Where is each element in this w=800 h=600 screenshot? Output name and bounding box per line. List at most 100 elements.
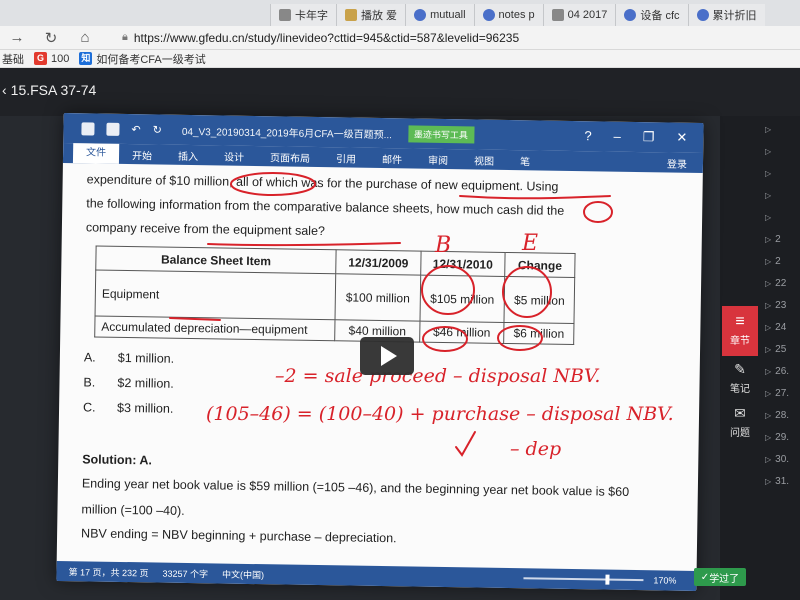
chapter-item[interactable]: ▷ 23 xyxy=(765,294,800,316)
url-field[interactable]: 🔒︎ https://www.gfedu.cn/study/linevideo?… xyxy=(122,31,519,45)
ribbon-tab: 审阅 xyxy=(427,155,449,167)
paw-icon xyxy=(696,9,709,21)
chapter-item[interactable]: ▷ xyxy=(765,118,800,140)
minimize-icon: – xyxy=(613,128,621,144)
zoom-slider xyxy=(523,577,644,582)
paw-icon xyxy=(482,9,495,21)
browser-tab[interactable]: 设备 cfc xyxy=(615,4,688,26)
play-small-icon: ▷ xyxy=(765,366,772,376)
table-cell: $5 million xyxy=(504,276,575,324)
draw-tools-tab: 墨迹书写工具 xyxy=(407,124,475,143)
learned-button[interactable]: ✓ 学过了 xyxy=(694,568,746,586)
lock-icon: 🔒︎ xyxy=(122,31,128,43)
bookmark-item[interactable]: 知如何备考CFA一级考试 xyxy=(79,51,206,67)
browser-tab[interactable]: 卡年字 xyxy=(270,4,336,26)
restore-icon: ❐ xyxy=(642,129,655,145)
back-button[interactable]: ‹ 15.FSA 37-74 xyxy=(2,82,96,98)
solution-text: Ending year net book value is $59 millio… xyxy=(81,476,630,518)
home-icon[interactable]: ⌂ xyxy=(68,29,102,46)
pencil-icon: ✎ xyxy=(734,361,746,377)
ribbon-tab: 笔 xyxy=(519,156,531,168)
chapter-item[interactable]: ▷ 25 xyxy=(765,338,800,360)
ribbon-tab: 插入 xyxy=(177,151,199,163)
play-small-icon: ▷ xyxy=(765,278,772,288)
browser-tab[interactable]: 04 2017 xyxy=(542,4,616,26)
forward-icon[interactable]: → xyxy=(0,29,34,46)
language-indicator: 中文(中国) xyxy=(221,569,265,580)
doc-icon xyxy=(279,9,291,21)
paw-icon xyxy=(624,9,637,21)
browser-tab[interactable]: notes p xyxy=(473,4,543,26)
chapter-item[interactable]: ▷ 31. xyxy=(765,470,800,492)
help-icon: ? xyxy=(584,128,592,144)
window-controls: ? – ❐ ✕ xyxy=(584,128,703,146)
chapter-list: ▷ ▷ ▷ ▷ ▷ ▷ 2 ▷ 2 ▷ 22 ▷ 23 ▷ 24 ▷ 25 ▷ 26. ▷ 27… xyxy=(765,118,800,492)
chapter-item[interactable]: ▷ 22 xyxy=(765,272,800,294)
play-small-icon: ▷ xyxy=(765,124,772,134)
doc-title: 04_V3_20190314_2019年6月CFA一级百题预... xyxy=(181,126,393,141)
chapter-item[interactable]: ▷ 24 xyxy=(765,316,800,338)
menu-icon: ≡ xyxy=(735,313,745,330)
chapter-item[interactable]: ▷ 26. xyxy=(765,360,800,382)
save-icon xyxy=(106,122,120,136)
login-link: 登录 xyxy=(666,158,688,171)
word-count: 33257 个字 xyxy=(162,568,209,579)
chapter-item[interactable]: ▷ xyxy=(765,206,800,228)
play-small-icon: ▷ xyxy=(765,410,772,420)
zoom-control: 170% xyxy=(523,573,696,586)
word-icon xyxy=(81,121,95,135)
ribbon-tab: 邮件 xyxy=(381,154,403,166)
browser-tab[interactable]: 播放 爱 xyxy=(336,4,406,26)
play-small-icon: ▷ xyxy=(765,300,772,310)
chapter-item[interactable]: ▷ 30. xyxy=(765,448,800,470)
chapter-item[interactable]: ▷ 28. xyxy=(765,404,800,426)
chapter-item[interactable]: ▷ xyxy=(765,184,800,206)
ribbon-tab: 页面布局 xyxy=(269,152,311,165)
questions-button[interactable]: ✉ 问题 xyxy=(722,400,758,444)
chapter-button[interactable]: ≡ 章节 xyxy=(722,306,758,356)
chapter-item[interactable]: ▷ 2 xyxy=(765,250,800,272)
table-cell: $100 million xyxy=(335,273,421,322)
notes-button[interactable]: ✎ 笔记 xyxy=(722,356,758,400)
red-g-icon: G xyxy=(34,52,47,65)
play-small-icon: ▷ xyxy=(765,476,772,486)
folder-icon xyxy=(345,9,357,21)
redo-icon: ↻ xyxy=(152,123,162,137)
ribbon-tab: 设计 xyxy=(223,152,245,164)
play-small-icon: ▷ xyxy=(765,432,772,442)
play-button[interactable] xyxy=(360,337,414,375)
play-small-icon: ▷ xyxy=(765,256,772,266)
chapter-item[interactable]: ▷ 27. xyxy=(765,382,800,404)
play-small-icon: ▷ xyxy=(765,322,772,332)
play-small-icon: ▷ xyxy=(765,388,772,398)
chapter-item[interactable]: ▷ xyxy=(765,162,800,184)
browser-tab[interactable]: mutuall xyxy=(405,4,474,26)
url-text: https://www.gfedu.cn/study/linevideo?ctt… xyxy=(133,30,520,45)
paw-icon xyxy=(414,9,427,21)
browser-tab-strip: 卡年字 播放 爱 mutuall notes p 04 2017 设备 cfc … xyxy=(0,0,800,26)
bookmarks-bar: 基础 G 100 知如何备考CFA一级考试 xyxy=(0,50,800,68)
play-icon xyxy=(381,346,397,366)
table-header: 12/31/2009 xyxy=(335,249,421,276)
play-small-icon: ▷ xyxy=(765,146,772,156)
doc-icon xyxy=(551,9,564,21)
chapter-item[interactable]: ▷ xyxy=(765,140,800,162)
play-small-icon: ▷ xyxy=(765,344,772,354)
play-small-icon: ▷ xyxy=(765,212,772,222)
play-small-icon: ▷ xyxy=(765,168,772,178)
table-cell: Equipment xyxy=(95,270,336,320)
reload-icon[interactable]: ↻ xyxy=(34,29,68,47)
player-tools: ≡ 章节 ✎ 笔记 ✉ 问题 xyxy=(722,306,758,444)
table-cell: $46 million xyxy=(419,321,505,344)
bookmark-item[interactable]: 基础 xyxy=(2,51,24,67)
ribbon-tab: 引用 xyxy=(335,153,357,166)
ribbon-tab: 文件 xyxy=(72,143,120,164)
play-small-icon: ▷ xyxy=(765,190,772,200)
check-icon: ✓ xyxy=(700,571,710,583)
chapter-item[interactable]: ▷ 29. xyxy=(765,426,800,448)
lesson-title: 15.FSA 37-74 xyxy=(10,82,97,98)
browser-tab[interactable]: 累计折旧 xyxy=(687,4,765,26)
bookmark-item[interactable]: G 100 xyxy=(34,52,69,65)
chat-icon: ✉ xyxy=(734,405,746,421)
chapter-item[interactable]: ▷ 2 xyxy=(765,228,800,250)
